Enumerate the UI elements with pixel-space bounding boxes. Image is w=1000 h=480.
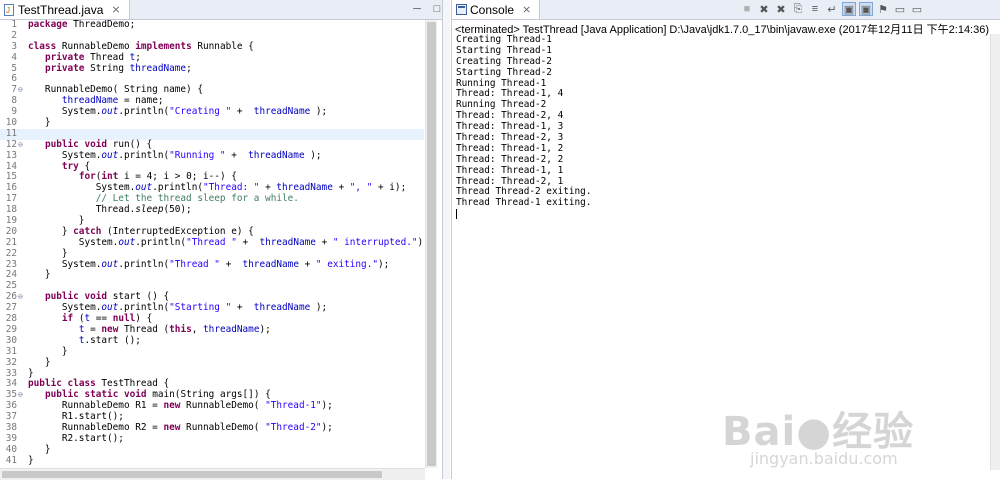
code-line[interactable]: 10 } — [0, 117, 424, 129]
code-text: } — [28, 117, 51, 129]
line-number: 22 — [5, 247, 17, 259]
pane-splitter[interactable] — [443, 0, 450, 479]
scrollbar-thumb[interactable] — [427, 22, 436, 466]
show-console-on-error-icon[interactable]: ▣ — [859, 2, 873, 16]
fold-toggle-icon[interactable]: ⊖ — [18, 85, 23, 96]
code-text: package ThreadDemo; — [28, 20, 136, 30]
code-line[interactable]: 31 } — [0, 345, 424, 358]
open-console-icon[interactable]: ▭ — [910, 2, 924, 16]
scroll-lock-icon[interactable]: ≡ — [808, 2, 822, 16]
code-line[interactable]: 9 System.out.println("Creating " + threa… — [0, 106, 424, 118]
editor-pane: J TestThread.java ⨯ ─ □ 1 package ThreadD… — [0, 0, 443, 480]
code-text: System.out.println("Creating " + threadN… — [28, 106, 328, 118]
code-text: } — [28, 454, 34, 466]
editor-tabbar: J TestThread.java ⨯ ─ □ — [0, 0, 442, 20]
fold-toggle-icon[interactable]: ⊖ — [18, 390, 23, 401]
svg-text:J: J — [6, 6, 10, 15]
code-line[interactable]: 23 System.out.println("Thread " + thread… — [0, 258, 424, 271]
show-console-on-output-icon[interactable]: ▣ — [842, 2, 856, 16]
tab-testthread-java[interactable]: J TestThread.java ⨯ — [0, 0, 130, 19]
console-icon — [456, 3, 467, 16]
code-text: } — [28, 345, 68, 357]
scrollbar-thumb[interactable] — [2, 471, 382, 478]
console-vertical-scrollbar[interactable] — [990, 34, 1000, 470]
code-line[interactable]: 40 } — [0, 443, 424, 456]
watermark-url: jingyan.baidu.com — [750, 449, 898, 468]
console-line: Thread: Thread-1, 1 — [456, 164, 564, 176]
code-text: } — [28, 356, 51, 368]
console-toolbar: ■ ✖ ✖ ⎘ ≡ ↵ ▣ ▣ ⚑ ▭ ▭ — [740, 2, 924, 16]
fold-toggle-icon[interactable]: ⊖ — [18, 140, 23, 151]
maximize-icon[interactable]: □ — [430, 2, 444, 16]
minimize-icon[interactable]: ─ — [410, 2, 424, 16]
console-line: Thread Thread-1 exiting. — [456, 197, 592, 209]
editor-vertical-scrollbar[interactable] — [425, 20, 437, 468]
console-tab-label: Console — [470, 2, 515, 17]
text-cursor — [456, 209, 457, 220]
tab-console[interactable]: Console ⨯ — [452, 0, 541, 19]
line-number: 13 — [5, 149, 17, 161]
code-text: System.out.println("Thread " + threadNam… — [28, 236, 424, 248]
pin-console-icon[interactable]: ⚑ — [876, 2, 890, 16]
console-tabbar: Console ⨯ ■ ✖ ✖ ⎘ ≡ ↵ ▣ ▣ ⚑ ▭ ▭ — [452, 0, 1000, 20]
code-text: } — [28, 443, 51, 455]
code-text: System.out.println("Thread " + threadNam… — [28, 258, 390, 270]
line-number: 4 — [11, 51, 17, 63]
close-icon[interactable]: ⨯ — [522, 3, 531, 16]
code-text: } — [28, 247, 68, 259]
code-line[interactable]: 32 } — [0, 356, 424, 369]
display-console-icon[interactable]: ▭ — [893, 2, 907, 16]
line-number: 32 — [5, 356, 17, 368]
code-line[interactable]: 24 } — [0, 270, 424, 281]
word-wrap-icon[interactable]: ↵ — [825, 2, 839, 16]
java-file-icon: J — [4, 3, 14, 16]
remove-all-launches-icon[interactable]: ✖ — [774, 2, 788, 16]
line-number: 40 — [5, 443, 17, 455]
code-editor[interactable]: 1 package ThreadDemo; 2 3 class RunnableDemo… — [0, 20, 424, 469]
line-number: 31 — [5, 345, 17, 357]
remove-launch-icon[interactable]: ✖ — [757, 2, 771, 16]
editor-horizontal-scrollbar[interactable] — [0, 468, 425, 480]
baidu-jingyan-watermark: Bai●经验 jingyan.baidu.com — [722, 393, 982, 473]
terminate-icon[interactable]: ■ — [740, 2, 754, 16]
fold-toggle-icon[interactable]: ⊖ — [18, 292, 23, 303]
copy-icon[interactable]: ⎘ — [791, 2, 805, 16]
code-line[interactable]: 5 private String threadName; — [0, 62, 424, 75]
editor-tab-label: TestThread.java — [18, 2, 104, 17]
line-number: 41 — [5, 454, 17, 466]
console-line: Starting Thread-2 — [456, 66, 552, 78]
code-text: private String threadName; — [44, 62, 192, 74]
code-line[interactable]: 1 package ThreadDemo; — [0, 20, 424, 31]
code-text: } — [28, 269, 51, 281]
code-line[interactable]: 41} — [0, 454, 424, 467]
code-line[interactable]: 39 R2.start(); — [0, 433, 424, 445]
close-icon[interactable]: ⨯ — [111, 3, 120, 16]
console-output[interactable]: Creating Thread-1 Starting Thread-1 Creati… — [456, 34, 592, 220]
